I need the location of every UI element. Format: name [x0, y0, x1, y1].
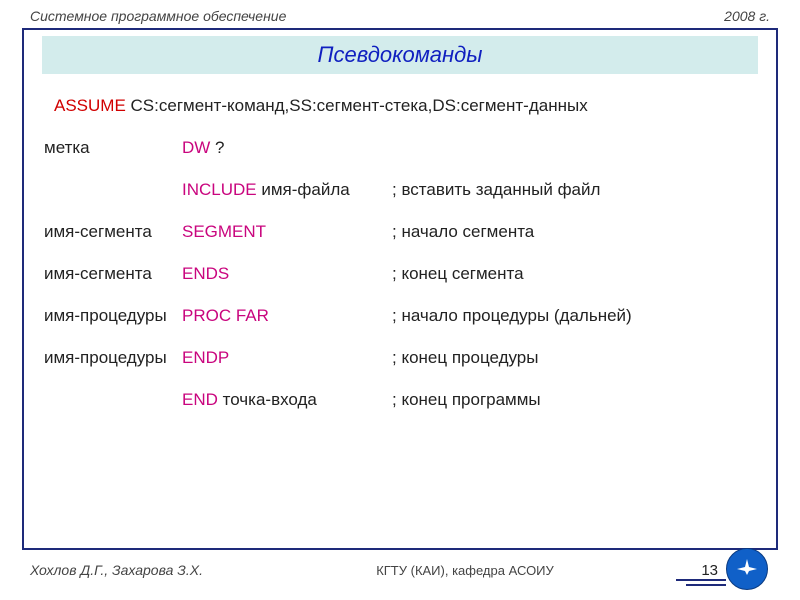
row-label: имя-процедуры	[44, 306, 182, 326]
directive-row: имя-сегмента ENDS ; конец сегмента	[44, 264, 766, 284]
directive-row: имя-сегмента SEGMENT ; начало сегмента	[44, 222, 766, 242]
page-number: 13	[701, 562, 718, 579]
row-directive: SEGMENT	[182, 222, 392, 242]
row-comment: ; начало сегмента	[392, 222, 534, 242]
assume-cs-value: сегмент-команд	[159, 96, 285, 115]
directive-row: INCLUDE имя-файла ; вставить заданный фа…	[44, 180, 766, 200]
assume-ds-label: ,DS:	[428, 96, 461, 115]
assume-ss-value: сегмент-стека	[317, 96, 428, 115]
assume-ds-value: сегмент-данных	[461, 96, 588, 115]
row-directive: ENDS	[182, 264, 392, 284]
row-comment: ; начало процедуры (дальней)	[392, 306, 632, 326]
row-directive: ENDP	[182, 348, 392, 368]
row-label	[44, 180, 182, 200]
row-label: метка	[44, 138, 182, 158]
directive-row: имя-процедуры PROC FAR ; начало процедур…	[44, 306, 766, 326]
assume-ss-label: ,SS:	[285, 96, 317, 115]
row-comment: ; конец сегмента	[392, 264, 524, 284]
slide-title-bar: Псевдокоманды	[42, 36, 758, 74]
slide-content: ASSUME CS:сегмент-команд,SS:сегмент-стек…	[24, 74, 776, 410]
row-label: имя-процедуры	[44, 348, 182, 368]
header-year: 2008 г.	[724, 8, 770, 24]
slide-header: Системное программное обеспечение 2008 г…	[0, 0, 800, 28]
directive-row: END точка-входа ; конец программы	[44, 390, 766, 410]
directive-row: метка DW ?	[44, 138, 766, 158]
row-directive: DW ?	[182, 138, 392, 158]
row-label: имя-сегмента	[44, 222, 182, 242]
footer-authors: Хохлов Д.Г., Захарова З.Х.	[30, 562, 320, 578]
logo-lines-icon	[676, 579, 726, 586]
slide-title: Псевдокоманды	[318, 42, 483, 67]
header-course-title: Системное программное обеспечение	[30, 8, 286, 24]
airplane-icon	[726, 548, 768, 590]
slide-frame: Псевдокоманды ASSUME CS:сегмент-команд,S…	[22, 28, 778, 550]
row-label	[44, 390, 182, 410]
slide-footer: Хохлов Д.Г., Захарова З.Х. КГТУ (КАИ), к…	[0, 548, 800, 592]
row-directive: INCLUDE имя-файла	[182, 180, 392, 200]
row-directive: END точка-входа	[182, 390, 392, 410]
footer-institution: КГТУ (КАИ), кафедра АСОИУ	[320, 563, 610, 578]
row-comment: ; конец программы	[392, 390, 541, 410]
row-comment: ; конец процедуры	[392, 348, 538, 368]
directive-row: имя-процедуры ENDP ; конец процедуры	[44, 348, 766, 368]
row-comment: ; вставить заданный файл	[392, 180, 600, 200]
assume-line: ASSUME CS:сегмент-команд,SS:сегмент-стек…	[44, 96, 766, 116]
assume-keyword: ASSUME	[54, 96, 126, 115]
institution-logo	[726, 548, 770, 592]
assume-cs-label: CS:	[131, 96, 159, 115]
row-label: имя-сегмента	[44, 264, 182, 284]
row-directive: PROC FAR	[182, 306, 392, 326]
